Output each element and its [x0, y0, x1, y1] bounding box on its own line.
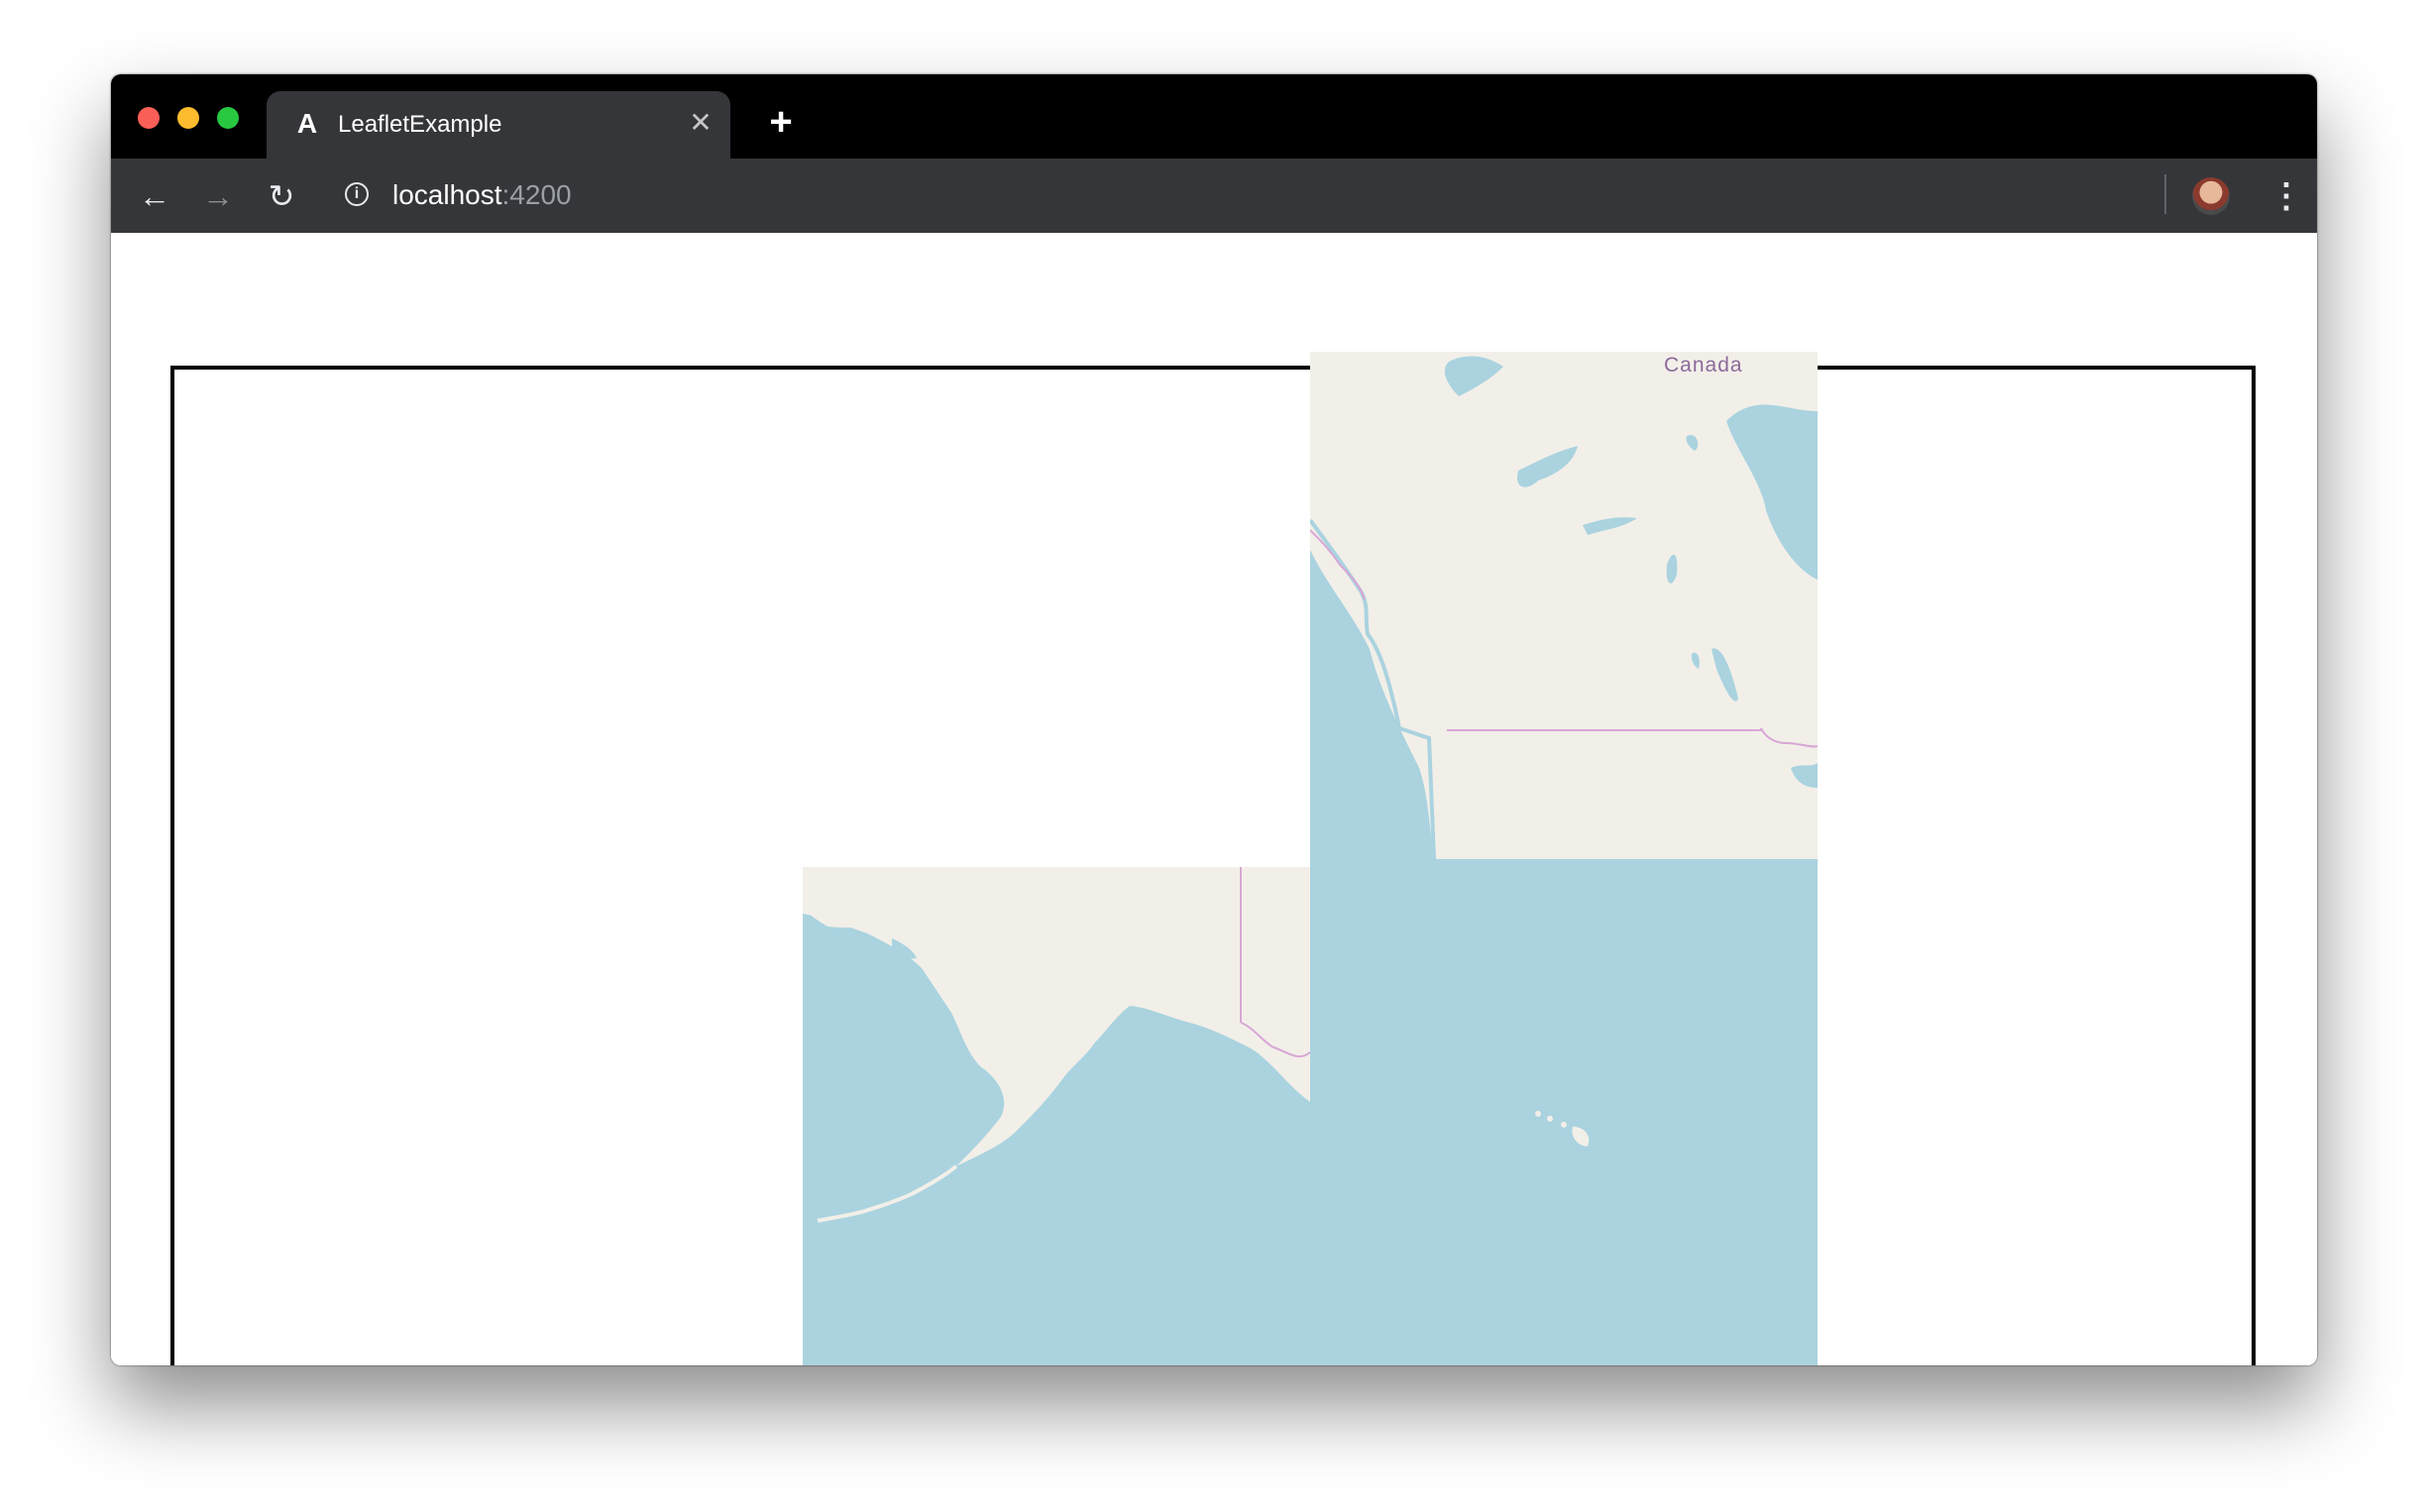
page-content: Canada: [111, 233, 2317, 1365]
close-window-button[interactable]: [138, 107, 160, 129]
address-bar[interactable]: localhost:4200: [392, 178, 572, 212]
minimize-window-button[interactable]: [177, 107, 199, 129]
map-label-canada: Canada: [1664, 354, 1743, 377]
profile-avatar[interactable]: [2192, 177, 2230, 215]
map-tile-pacific: [1310, 859, 1818, 1365]
kebab-menu-icon[interactable]: ⋮: [2269, 176, 2303, 216]
angular-icon: A: [296, 108, 318, 139]
tab-leaflet-example[interactable]: A LeafletExample ✕: [267, 91, 730, 159]
back-arrow-icon[interactable]: ←: [135, 176, 174, 216]
maximize-window-button[interactable]: [217, 107, 239, 129]
url-host: localhost: [392, 179, 502, 210]
tab-title: LeafletExample: [338, 111, 502, 138]
forward-arrow-icon[interactable]: →: [198, 176, 238, 216]
close-icon[interactable]: ✕: [685, 107, 717, 139]
map-tile-canada: [1310, 352, 1818, 859]
url-port: :4200: [501, 179, 572, 210]
info-icon[interactable]: i: [345, 182, 369, 206]
browser-window: A LeafletExample ✕ + ← → ↻ i localhost:4…: [111, 74, 2317, 1365]
title-bar: A LeafletExample ✕ +: [111, 74, 2317, 159]
new-tab-button[interactable]: +: [763, 102, 799, 142]
toolbar-divider: [2164, 174, 2166, 214]
browser-toolbar: ← → ↻ i localhost:4200 ⋮: [111, 159, 2317, 233]
map-tile-alaska: [803, 859, 1310, 1365]
reload-icon[interactable]: ↻: [262, 176, 301, 216]
